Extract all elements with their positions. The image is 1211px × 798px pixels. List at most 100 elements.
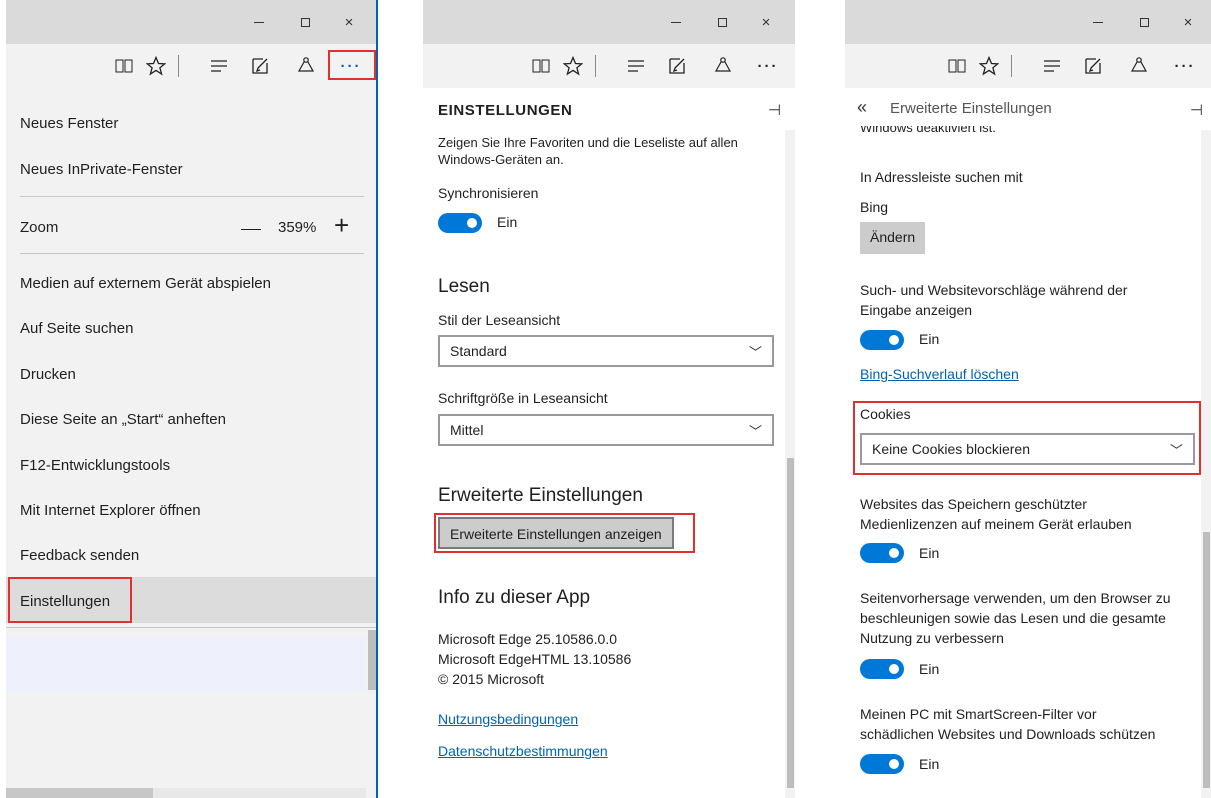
reading-view-icon[interactable] bbox=[526, 52, 556, 80]
zoom-out-button[interactable] bbox=[241, 229, 261, 230]
advanced-heading: Erweiterte Einstellungen bbox=[438, 485, 643, 506]
menu-item-new-inprivate[interactable]: Neues InPrivate-Fenster bbox=[20, 161, 183, 178]
hub-icon[interactable] bbox=[1037, 52, 1067, 80]
hub-icon[interactable] bbox=[621, 52, 651, 80]
vertical-scrollbar-thumb[interactable] bbox=[787, 458, 794, 788]
minimize-button[interactable] bbox=[1075, 8, 1121, 36]
zoom-in-button[interactable]: + bbox=[334, 212, 349, 238]
minimize-button[interactable] bbox=[653, 8, 699, 36]
menu-item-pin-to-start[interactable]: Diese Seite an „Start“ anheften bbox=[20, 411, 226, 428]
sync-label: Synchronisieren bbox=[438, 185, 539, 201]
media-licenses-toggle-state: Ein bbox=[919, 545, 940, 561]
horizontal-scrollbar-thumb[interactable] bbox=[6, 788, 153, 798]
title-bar: × bbox=[423, 0, 795, 44]
more-icon[interactable]: ··· bbox=[1165, 52, 1205, 80]
font-size-select[interactable]: Mittel ﹀ bbox=[438, 414, 774, 446]
hub-icon[interactable] bbox=[204, 52, 234, 80]
web-note-icon[interactable] bbox=[1078, 52, 1108, 80]
close-button[interactable]: × bbox=[743, 8, 789, 36]
close-icon: × bbox=[1183, 13, 1193, 31]
share-icon[interactable] bbox=[708, 52, 738, 80]
suggestions-label-line1: Such- und Websitevorschläge während der bbox=[860, 282, 1128, 298]
close-button[interactable]: × bbox=[1165, 8, 1211, 36]
maximize-button[interactable] bbox=[282, 8, 328, 36]
favorites-star-icon[interactable] bbox=[558, 52, 588, 80]
more-icon[interactable]: ··· bbox=[748, 52, 788, 80]
web-note-icon[interactable] bbox=[662, 52, 692, 80]
vertical-scrollbar-thumb[interactable] bbox=[1203, 532, 1210, 788]
reading-style-value: Standard bbox=[450, 343, 507, 359]
suggestions-toggle-state: Ein bbox=[919, 331, 940, 347]
horizontal-scrollbar[interactable] bbox=[6, 788, 366, 798]
smartscreen-toggle[interactable] bbox=[860, 754, 904, 774]
menu-item-open-with-ie[interactable]: Mit Internet Explorer öffnen bbox=[20, 502, 201, 519]
prediction-toggle[interactable] bbox=[860, 659, 904, 679]
browser-window-settings: × ··· EINSTELLUNGEN ⊣ Zeigen Sie Ihre Fa… bbox=[423, 0, 795, 798]
share-icon[interactable] bbox=[1124, 52, 1154, 80]
maximize-button[interactable] bbox=[1121, 8, 1167, 36]
settings-title: EINSTELLUNGEN bbox=[438, 102, 573, 119]
terms-link[interactable]: Nutzungsbedingungen bbox=[438, 711, 578, 727]
privacy-link[interactable]: Datenschutzbestimmungen bbox=[438, 743, 608, 759]
smartscreen-toggle-state: Ein bbox=[919, 756, 940, 772]
menu-separator bbox=[20, 253, 364, 254]
web-note-icon[interactable] bbox=[245, 52, 275, 80]
minimize-button[interactable] bbox=[236, 8, 282, 36]
reading-style-select[interactable]: Standard ﹀ bbox=[438, 335, 774, 367]
advanced-settings-title: Erweiterte Einstellungen bbox=[890, 100, 1052, 117]
reading-heading: Lesen bbox=[438, 276, 490, 297]
smartscreen-line2: schädlichen Websites und Downloads schüt… bbox=[860, 726, 1156, 742]
search-in-label: In Adressleiste suchen mit bbox=[860, 169, 1023, 185]
menu-item-print[interactable]: Drucken bbox=[20, 366, 76, 383]
chevron-down-icon: ﹀ bbox=[748, 345, 762, 360]
media-licenses-line2: Medienlizenzen auf meinem Gerät erlauben bbox=[860, 516, 1132, 532]
reading-view-icon[interactable] bbox=[942, 52, 972, 80]
title-bar: × bbox=[6, 0, 378, 44]
maximize-icon bbox=[1139, 17, 1149, 27]
pin-icon[interactable]: ⊣ bbox=[1190, 101, 1203, 119]
favorites-star-icon[interactable] bbox=[141, 52, 171, 80]
media-licenses-toggle[interactable] bbox=[860, 543, 904, 563]
vertical-scrollbar-thumb[interactable] bbox=[368, 630, 376, 690]
zoom-value: 359% bbox=[278, 219, 317, 236]
more-actions-menu: Neues Fenster Neues InPrivate-Fenster Zo… bbox=[6, 88, 378, 628]
prediction-line3: Nutzung zu verbessern bbox=[860, 630, 1004, 646]
highlight-box-settings bbox=[8, 577, 132, 623]
browser-toolbar: ··· bbox=[423, 44, 795, 88]
title-bar: × bbox=[845, 0, 1211, 44]
suggestions-toggle[interactable] bbox=[860, 330, 904, 350]
browser-toolbar: ··· bbox=[6, 44, 378, 88]
clipped-text: Windows deaktiviert ist. bbox=[860, 126, 996, 135]
menu-item-send-feedback[interactable]: Feedback senden bbox=[20, 547, 139, 564]
highlight-box-more bbox=[328, 50, 376, 80]
maximize-icon bbox=[717, 17, 727, 27]
about-copyright: © 2015 Microsoft bbox=[438, 671, 545, 687]
minimize-icon bbox=[254, 21, 264, 23]
sync-description-line1: Zeigen Sie Ihre Favoriten und die Leseli… bbox=[438, 135, 738, 150]
change-search-engine-button[interactable]: Ändern bbox=[860, 222, 926, 254]
menu-item-f12-tools[interactable]: F12-Entwicklungstools bbox=[20, 457, 170, 474]
about-edgehtml-version: Microsoft EdgeHTML 13.10586 bbox=[438, 651, 632, 667]
about-heading: Info zu dieser App bbox=[438, 587, 591, 608]
back-icon[interactable]: « bbox=[857, 97, 867, 118]
font-size-value: Mittel bbox=[450, 422, 484, 438]
clear-bing-history-link[interactable]: Bing-Suchverlauf löschen bbox=[860, 366, 1019, 382]
browser-window-menu: × ··· Neues Fenster Neues InPrivate-Fens… bbox=[6, 0, 378, 798]
maximize-button[interactable] bbox=[699, 8, 745, 36]
pin-icon[interactable]: ⊣ bbox=[768, 101, 781, 119]
menu-item-find-on-page[interactable]: Auf Seite suchen bbox=[20, 320, 133, 337]
sync-toggle[interactable] bbox=[438, 213, 482, 233]
close-button[interactable]: × bbox=[326, 8, 372, 36]
favorites-star-icon[interactable] bbox=[974, 52, 1004, 80]
media-licenses-line1: Websites das Speichern geschützter bbox=[860, 496, 1087, 512]
page-area bbox=[6, 636, 366, 691]
reading-style-label: Stil der Leseansicht bbox=[438, 312, 561, 328]
maximize-icon bbox=[300, 17, 310, 27]
reading-view-icon[interactable] bbox=[109, 52, 139, 80]
smartscreen-line1: Meinen PC mit SmartScreen-Filter vor bbox=[860, 706, 1097, 722]
clipped-row: Windows deaktiviert ist. bbox=[845, 126, 1199, 140]
share-icon[interactable] bbox=[291, 52, 321, 80]
menu-item-new-window[interactable]: Neues Fenster bbox=[20, 115, 118, 132]
highlight-box-advanced bbox=[434, 513, 695, 553]
menu-item-cast-media[interactable]: Medien auf externem Gerät abspielen bbox=[20, 275, 271, 292]
